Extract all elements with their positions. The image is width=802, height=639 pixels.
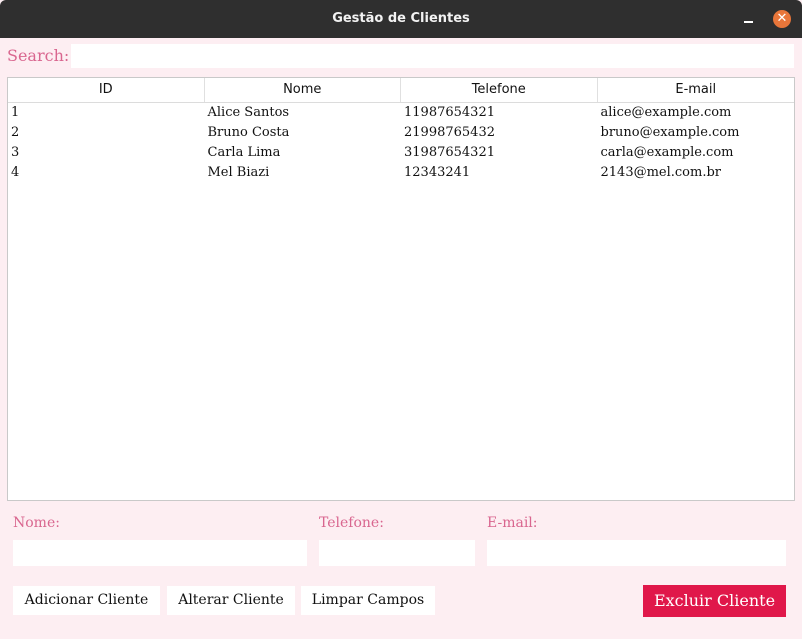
search-input[interactable]: [71, 44, 794, 68]
telefone-label: Telefone:: [319, 515, 384, 531]
cell-id: 1: [11, 105, 20, 120]
table-header: ID Nome Telefone E-mail: [8, 78, 794, 103]
column-header-telefone[interactable]: Telefone: [401, 78, 598, 102]
app-window: Gestão de Clientes ✕ Search: ID Nome Tel…: [0, 0, 802, 639]
email-field[interactable]: [487, 540, 786, 566]
column-header-nome[interactable]: Nome: [205, 78, 401, 102]
cell-email: bruno@example.com: [600, 125, 740, 140]
search-label: Search:: [7, 46, 70, 65]
title-bar[interactable]: Gestão de Clientes ✕: [0, 0, 802, 38]
window-title: Gestão de Clientes: [332, 11, 470, 26]
cell-email: alice@example.com: [600, 105, 732, 120]
cell-id: 2: [11, 125, 20, 140]
nome-field[interactable]: [13, 540, 307, 566]
column-header-email[interactable]: E-mail: [598, 78, 795, 102]
cell-telefone: 31987654321: [404, 145, 495, 160]
table-row[interactable]: 3 Carla Lima 31987654321 carla@example.c…: [8, 143, 794, 163]
table-row[interactable]: 4 Mel Biazi 12343241 2143@mel.com.br: [8, 163, 794, 183]
clear-fields-button[interactable]: Limpar Campos: [301, 586, 435, 615]
clients-table[interactable]: ID Nome Telefone E-mail 1 Alice Santos 1…: [7, 77, 795, 501]
table-row[interactable]: 1 Alice Santos 11987654321 alice@example…: [8, 103, 794, 123]
close-icon: ✕: [776, 11, 788, 26]
close-button[interactable]: ✕: [773, 10, 791, 28]
minimize-button[interactable]: [742, 9, 756, 29]
telefone-field[interactable]: [319, 540, 475, 566]
minimize-icon: [744, 21, 753, 23]
add-client-button[interactable]: Adicionar Cliente: [13, 586, 160, 615]
cell-telefone: 12343241: [404, 165, 471, 180]
table-row[interactable]: 2 Bruno Costa 21998765432 bruno@example.…: [8, 123, 794, 143]
cell-telefone: 21998765432: [404, 125, 495, 140]
cell-nome: Bruno Costa: [207, 125, 290, 140]
cell-email: 2143@mel.com.br: [600, 165, 722, 180]
cell-id: 4: [11, 165, 20, 180]
email-label: E-mail:: [487, 515, 538, 531]
cell-telefone: 11987654321: [404, 105, 495, 120]
nome-label: Nome:: [13, 515, 60, 531]
cell-nome: Mel Biazi: [207, 165, 270, 180]
column-header-id[interactable]: ID: [8, 78, 205, 102]
cell-nome: Carla Lima: [207, 145, 281, 160]
edit-client-button[interactable]: Alterar Cliente: [167, 586, 295, 615]
table-body: 1 Alice Santos 11987654321 alice@example…: [8, 103, 794, 183]
delete-client-button[interactable]: Excluir Cliente: [643, 585, 786, 617]
cell-nome: Alice Santos: [207, 105, 290, 120]
cell-email: carla@example.com: [600, 145, 734, 160]
cell-id: 3: [11, 145, 20, 160]
